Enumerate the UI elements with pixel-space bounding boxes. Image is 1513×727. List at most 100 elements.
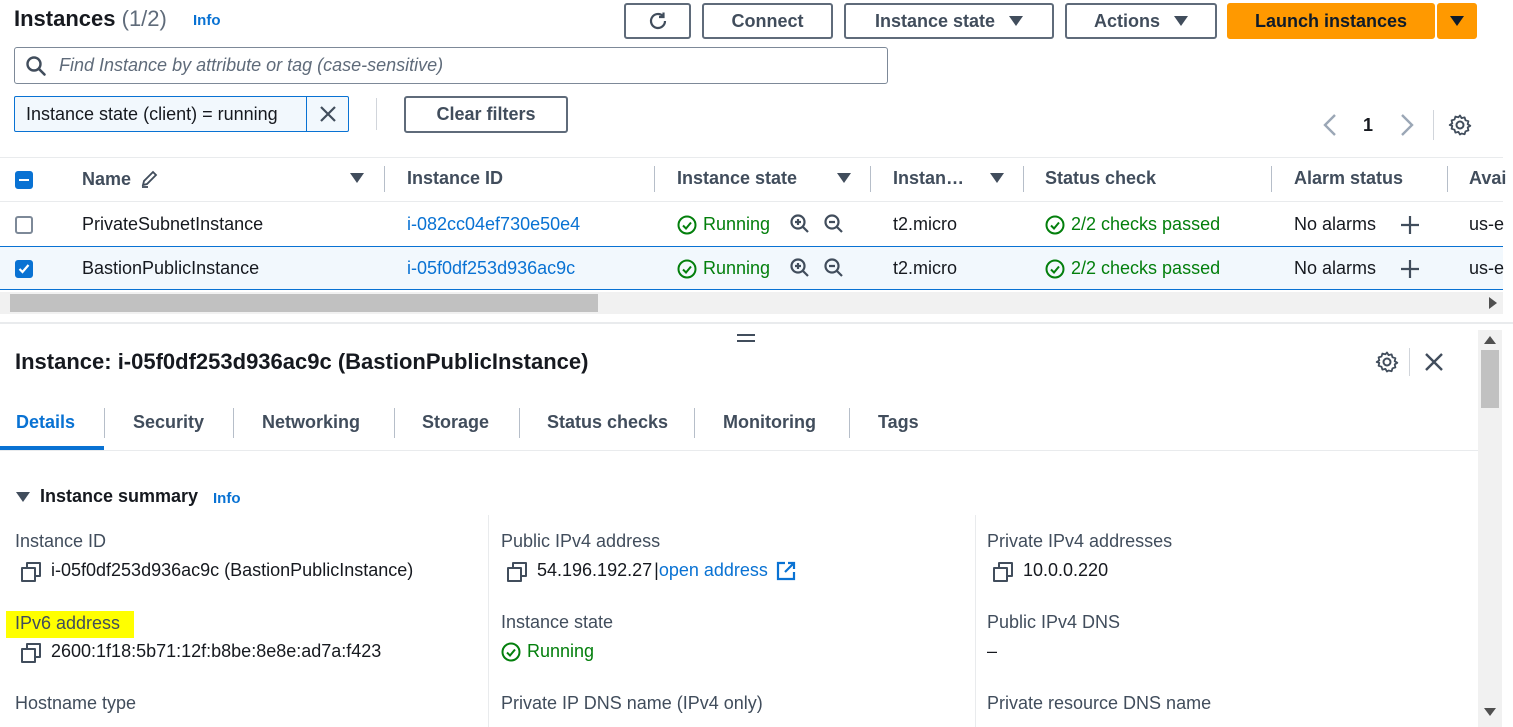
col-header-status-check[interactable]: Status check xyxy=(1045,168,1156,189)
gear-icon xyxy=(1448,114,1472,136)
page-title: Instances (1/2) xyxy=(14,6,167,32)
copy-icon[interactable] xyxy=(21,561,41,582)
instance-summary-toggle[interactable]: Instance summary xyxy=(16,486,198,507)
chevron-left-icon xyxy=(1323,114,1336,136)
zoom-in-icon[interactable] xyxy=(789,213,811,235)
clear-filters-button[interactable]: Clear filters xyxy=(404,96,568,133)
summary-info-link[interactable]: Info xyxy=(213,490,241,507)
external-link-icon[interactable] xyxy=(776,561,796,581)
alarm-status: No alarms xyxy=(1294,258,1377,278)
availability-zone: us-e xyxy=(1469,258,1505,278)
col-header-instance-id[interactable]: Instance ID xyxy=(407,168,503,189)
page-number[interactable]: 1 xyxy=(1363,115,1373,136)
private-ipv4-text: 10.0.0.220 xyxy=(1023,560,1109,580)
actions-button[interactable]: Actions xyxy=(1065,3,1217,39)
public-ipv4-value: 54.196.192.27 | open address xyxy=(507,560,796,582)
row-checkbox[interactable] xyxy=(15,260,33,278)
search-box[interactable] xyxy=(14,47,888,84)
availability-zone: us-e xyxy=(1469,214,1505,234)
instance-state-button[interactable]: Instance state xyxy=(844,3,1054,39)
page-title-text: Instances xyxy=(14,6,116,31)
zoom-out-icon[interactable] xyxy=(823,257,845,279)
instance-id-link[interactable]: i-05f0df253d936ac9c xyxy=(407,258,575,279)
col-header-name[interactable]: Name xyxy=(82,168,160,190)
status-check: 2/2 checks passed xyxy=(1045,214,1220,235)
instance-id-text: i-05f0df253d936ac9c (BastionPublicInstan… xyxy=(51,560,414,580)
tab-status-checks[interactable]: Status checks xyxy=(547,412,668,433)
close-icon xyxy=(1425,353,1443,371)
tab-divider xyxy=(849,408,850,438)
copy-icon[interactable] xyxy=(21,642,41,663)
private-resource-dns-label: Private resource DNS name xyxy=(987,693,1212,713)
add-alarm-icon[interactable] xyxy=(1399,258,1421,280)
launch-dropdown-button[interactable] xyxy=(1437,3,1477,39)
tab-divider xyxy=(394,408,395,438)
next-page-button[interactable] xyxy=(1399,112,1415,143)
col-divider xyxy=(870,166,871,192)
scroll-right-icon[interactable] xyxy=(1488,297,1498,309)
check-circle-icon xyxy=(1045,259,1065,278)
tabs-border xyxy=(0,450,1478,451)
sort-type-icon[interactable] xyxy=(990,173,1004,183)
tab-monitoring[interactable]: Monitoring xyxy=(723,412,816,433)
column-divider xyxy=(488,515,489,727)
private-dns-label: Private IP DNS name (IPv4 only) xyxy=(501,693,763,713)
ipv6-address-text: 2600:1f18:5b71:12f:b8be:8e8e:ad7a:f423 xyxy=(51,641,382,661)
tab-tags[interactable]: Tags xyxy=(878,412,919,433)
tab-divider xyxy=(104,408,105,438)
launch-instances-label: Launch instances xyxy=(1254,10,1408,31)
col-header-availability-zone[interactable]: Avai xyxy=(1469,168,1506,189)
table-settings-button[interactable] xyxy=(1448,113,1472,142)
tab-details[interactable]: Details xyxy=(16,412,75,433)
zoom-out-icon[interactable] xyxy=(823,213,845,235)
scrollbar-thumb[interactable] xyxy=(10,294,598,312)
instance-id-value: i-05f0df253d936ac9c (BastionPublicInstan… xyxy=(21,560,414,582)
connect-label: Connect xyxy=(731,10,804,31)
copy-icon[interactable] xyxy=(993,561,1013,582)
row-checkbox[interactable] xyxy=(15,216,33,234)
instance-state-label: Instance state xyxy=(874,10,996,31)
search-input[interactable] xyxy=(57,54,887,77)
scroll-up-icon[interactable] xyxy=(1484,336,1496,344)
table-row[interactable]: PrivateSubnetInstance i-082cc04ef730e50e… xyxy=(0,201,1505,246)
zoom-in-icon[interactable] xyxy=(789,257,811,279)
instance-state-text: Running xyxy=(527,641,595,661)
detail-settings-button[interactable] xyxy=(1375,350,1399,379)
vertical-scrollbar[interactable] xyxy=(1478,330,1502,727)
ipv6-address-label-text: IPv6 address xyxy=(15,613,121,633)
tab-divider xyxy=(519,408,520,438)
tab-security[interactable]: Security xyxy=(133,412,204,433)
state-label: Running xyxy=(703,214,771,234)
close-icon xyxy=(319,106,336,122)
table-row[interactable]: BastionPublicInstance i-05f0df253d936ac9… xyxy=(0,246,1505,290)
col-header-instance-state[interactable]: Instance state xyxy=(677,168,797,189)
col-name-label: Name xyxy=(82,169,132,189)
scrollbar-thumb[interactable] xyxy=(1481,350,1499,408)
instance-id-link[interactable]: i-082cc04ef730e50e4 xyxy=(407,214,580,235)
filter-token-remove[interactable] xyxy=(306,97,348,131)
resize-handle[interactable] xyxy=(737,334,755,344)
private-ipv4-label: Private IPv4 addresses xyxy=(987,531,1173,551)
caret-down-icon xyxy=(1450,16,1464,26)
tab-networking[interactable]: Networking xyxy=(262,412,360,433)
prev-page-button[interactable] xyxy=(1322,112,1338,145)
open-address-link[interactable]: open address xyxy=(659,560,768,581)
col-header-alarm-status[interactable]: Alarm status xyxy=(1294,168,1403,189)
sort-name-icon[interactable] xyxy=(350,173,364,183)
connect-button[interactable]: Connect xyxy=(702,3,833,39)
close-detail-button[interactable] xyxy=(1424,352,1444,377)
private-ipv4-value: 10.0.0.220 xyxy=(993,560,1109,582)
panel-divider xyxy=(0,322,1513,324)
sort-state-icon[interactable] xyxy=(837,173,851,183)
col-header-instance-type[interactable]: Instan… xyxy=(893,168,964,189)
info-link[interactable]: Info xyxy=(193,12,221,29)
refresh-button[interactable] xyxy=(624,3,691,39)
launch-instances-button[interactable]: Launch instances xyxy=(1227,3,1435,39)
add-alarm-icon[interactable] xyxy=(1399,214,1421,236)
copy-icon[interactable] xyxy=(507,561,527,582)
detail-divider xyxy=(1409,348,1410,376)
tab-storage[interactable]: Storage xyxy=(422,412,489,433)
scroll-down-icon[interactable] xyxy=(1484,708,1496,716)
select-all-checkbox[interactable] xyxy=(15,171,33,189)
horizontal-scrollbar[interactable] xyxy=(0,292,1503,314)
